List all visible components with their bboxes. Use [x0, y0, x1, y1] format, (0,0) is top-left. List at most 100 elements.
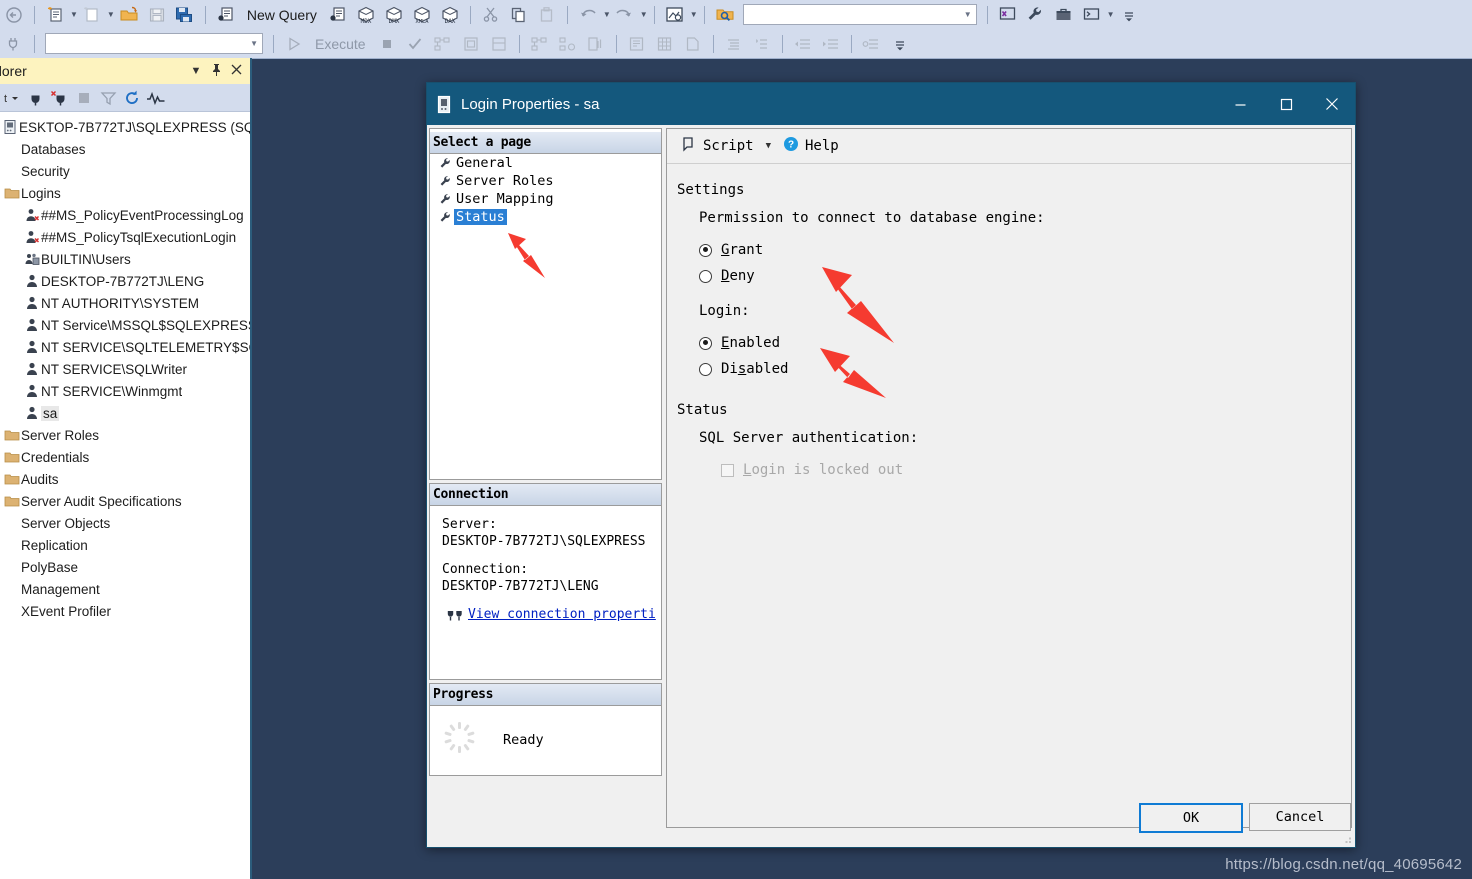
cut-icon[interactable] — [478, 3, 504, 27]
execute-icon[interactable] — [281, 32, 307, 56]
results-to-grid-icon[interactable] — [652, 32, 678, 56]
connect-icon[interactable] — [24, 87, 48, 109]
tree-item[interactable]: Databases — [0, 138, 250, 160]
activity-monitor-icon[interactable] — [144, 87, 168, 109]
radio-deny[interactable]: Deny — [699, 263, 1351, 289]
overflow-icon[interactable] — [887, 32, 913, 56]
copy-icon[interactable] — [506, 3, 532, 27]
registered-servers-dropdown-icon[interactable]: ▼ — [690, 10, 698, 19]
tree-item[interactable]: Server Roles — [0, 424, 250, 446]
undo-icon[interactable] — [575, 3, 601, 27]
script-dropdown-icon[interactable]: ▼ — [766, 141, 771, 151]
overflow-icon[interactable] — [1116, 3, 1142, 27]
include-client-stats-icon[interactable] — [555, 32, 581, 56]
tree-item[interactable]: Replication — [0, 534, 250, 556]
search-combo[interactable]: ▼ — [742, 4, 977, 25]
uncomment-lines-icon[interactable] — [749, 32, 775, 56]
tree-item[interactable]: Server Audit Specifications — [0, 490, 250, 512]
wrench-icon[interactable] — [1023, 3, 1049, 27]
save-all-icon[interactable] — [172, 3, 198, 27]
toolbox-icon[interactable] — [1051, 3, 1077, 27]
tree-item[interactable]: Security — [0, 160, 250, 182]
redo-dropdown-icon[interactable]: ▼ — [640, 10, 648, 19]
tree-item[interactable]: BUILTIN\Users — [0, 248, 250, 270]
save-icon[interactable] — [144, 3, 170, 27]
increase-indent-icon[interactable] — [818, 32, 844, 56]
command-prompt-dropdown-icon[interactable]: ▼ — [1107, 10, 1115, 19]
page-item-status[interactable]: Status — [430, 208, 661, 226]
mdx-query-icon[interactable]: MDX — [353, 3, 379, 27]
disconnect-icon[interactable] — [48, 87, 72, 109]
database-combo[interactable]: ▼ — [45, 33, 263, 54]
tree-item[interactable]: NT SERVICE\SQLWriter — [0, 358, 250, 380]
undo-dropdown-icon[interactable]: ▼ — [603, 10, 611, 19]
new-query-button[interactable]: New Query — [241, 3, 323, 27]
visual-studio-icon[interactable] — [995, 3, 1021, 27]
dax-query-icon[interactable]: DAX — [437, 3, 463, 27]
comment-lines-icon[interactable] — [721, 32, 747, 56]
radio-enabled[interactable]: Enabled — [699, 330, 1351, 356]
dmx-query-icon[interactable]: DMX — [381, 3, 407, 27]
cancel-button[interactable]: Cancel — [1249, 803, 1351, 831]
registered-servers-icon[interactable] — [662, 3, 688, 27]
close-icon[interactable] — [226, 64, 246, 78]
checkbox-login-locked-out[interactable]: Login is locked out — [721, 457, 1351, 483]
results-to-text-icon[interactable] — [624, 32, 650, 56]
page-item-general[interactable]: General — [430, 154, 661, 172]
include-live-plan-icon[interactable] — [486, 32, 512, 56]
display-estimated-plan-icon[interactable] — [430, 32, 456, 56]
sqlcmd-mode-icon[interactable] — [583, 32, 609, 56]
tree-item[interactable]: ##MS_PolicyEventProcessingLog — [0, 204, 250, 226]
maximize-icon[interactable] — [1263, 83, 1309, 125]
stop-icon[interactable] — [72, 87, 96, 109]
page-item-server-roles[interactable]: Server Roles — [430, 172, 661, 190]
tree-item[interactable]: sa — [0, 402, 250, 424]
radio-disabled[interactable]: Disabled — [699, 356, 1351, 382]
execute-button[interactable]: Execute — [309, 32, 372, 56]
decrease-indent-icon[interactable] — [790, 32, 816, 56]
tree-item[interactable]: Audits — [0, 468, 250, 490]
help-button[interactable]: ? Help — [779, 134, 843, 158]
tree-item[interactable]: Management — [0, 578, 250, 600]
ok-button[interactable]: OK — [1139, 803, 1243, 833]
panel-dropdown-icon[interactable]: ▼ — [186, 65, 206, 77]
tree-item[interactable]: NT AUTHORITY\SYSTEM — [0, 292, 250, 314]
tree-item[interactable]: Server Objects — [0, 512, 250, 534]
tree-item[interactable]: NT Service\MSSQL$SQLEXPRESS — [0, 314, 250, 336]
close-icon[interactable] — [1309, 83, 1355, 125]
tree-item[interactable]: DESKTOP-7B772TJ\LENG — [0, 270, 250, 292]
tree-item[interactable]: ##MS_PolicyTsqlExecutionLogin — [0, 226, 250, 248]
open-folder-icon[interactable] — [116, 3, 142, 27]
redo-icon[interactable] — [612, 3, 638, 27]
xmla-query-icon[interactable]: XMLA — [409, 3, 435, 27]
tree-item[interactable]: Credentials — [0, 446, 250, 468]
query-options-icon[interactable] — [458, 32, 484, 56]
filter-icon[interactable] — [96, 87, 120, 109]
command-prompt-icon[interactable] — [1079, 3, 1105, 27]
script-button[interactable]: Script — [677, 134, 758, 158]
tree-item[interactable]: PolyBase — [0, 556, 250, 578]
object-explorer-search-icon[interactable] — [712, 3, 738, 27]
refresh-icon[interactable] — [120, 87, 144, 109]
include-actual-plan-icon[interactable] — [527, 32, 553, 56]
oe-dropdown-icon[interactable]: t — [0, 87, 24, 109]
view-connection-properties-link[interactable]: View connection properti — [442, 606, 661, 622]
new-query-icon[interactable] — [213, 3, 239, 27]
minimize-icon[interactable] — [1217, 83, 1263, 125]
pin-icon[interactable] — [206, 63, 226, 79]
specify-values-icon[interactable] — [859, 32, 885, 56]
new-query-doc-icon[interactable] — [42, 3, 68, 27]
new-query-db-icon[interactable] — [325, 3, 351, 27]
page-item-user-mapping[interactable]: User Mapping — [430, 190, 661, 208]
new-project-icon[interactable] — [79, 3, 105, 27]
tree-item[interactable]: NT SERVICE\SQLTELEMETRY$SQ — [0, 336, 250, 358]
tree-item[interactable]: ESKTOP-7B772TJ\SQLEXPRESS (SQL Se — [0, 116, 250, 138]
paste-icon[interactable] — [534, 3, 560, 27]
stop-icon[interactable] — [374, 32, 400, 56]
connect-db-icon[interactable] — [1, 32, 27, 56]
new-project-dropdown-icon[interactable]: ▼ — [107, 10, 115, 19]
parse-check-icon[interactable] — [402, 32, 428, 56]
navigate-back-icon[interactable] — [1, 3, 27, 27]
tree-item[interactable]: Logins — [0, 182, 250, 204]
tree-item[interactable]: NT SERVICE\Winmgmt — [0, 380, 250, 402]
